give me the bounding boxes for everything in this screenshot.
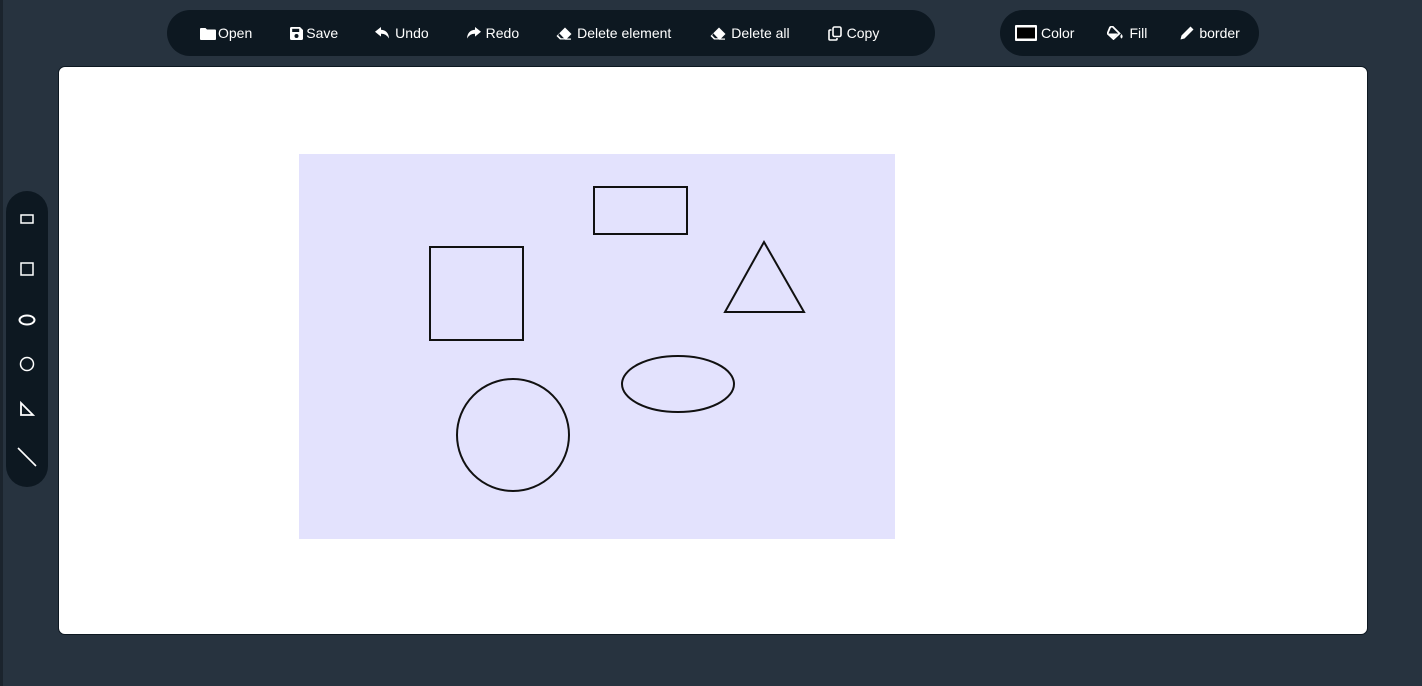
redo-button[interactable]: Redo: [466, 18, 519, 48]
paint-bucket-icon: [1107, 26, 1124, 40]
delete-element-label: Delete element: [577, 25, 672, 41]
undo-button[interactable]: Undo: [375, 18, 429, 48]
copy-icon: [827, 25, 842, 41]
square-icon: [20, 262, 34, 276]
canvas-triangle-shape[interactable]: [723, 239, 806, 313]
fill-button[interactable]: Fill: [1107, 18, 1147, 48]
canvas-board[interactable]: [58, 66, 1368, 635]
triangle-tool-button[interactable]: [6, 391, 48, 427]
line-icon: [17, 447, 37, 467]
undo-label: Undo: [395, 25, 429, 41]
rectangle-icon: [20, 214, 34, 224]
redo-arrow-icon: [466, 27, 481, 39]
canvas-circle-shape[interactable]: [456, 378, 570, 492]
eraser-icon: [556, 27, 572, 40]
copy-button[interactable]: Copy: [827, 18, 880, 48]
floppy-disk-icon: [290, 26, 304, 40]
window-edge: [0, 0, 3, 686]
open-button[interactable]: Open: [200, 18, 252, 48]
pencil-icon: [1180, 26, 1194, 40]
folder-icon: [200, 27, 216, 40]
save-label: Save: [306, 25, 339, 41]
save-button[interactable]: Save: [290, 18, 338, 48]
canvas-square-shape[interactable]: [429, 246, 524, 341]
ellipse-tool-button[interactable]: [6, 302, 48, 338]
square-tool-button[interactable]: [6, 251, 48, 287]
canvas-rectangle-shape[interactable]: [593, 186, 688, 235]
border-label: border: [1199, 25, 1240, 41]
color-swatch-icon: [1015, 25, 1037, 41]
fill-label: Fill: [1129, 25, 1148, 41]
shape-toolbar: [6, 191, 48, 487]
rectangle-tool-button[interactable]: [6, 201, 48, 237]
delete-all-label: Delete all: [731, 25, 790, 41]
main-toolbar: Open Save Undo Redo Delete element Delet…: [167, 10, 935, 56]
ellipse-icon: [18, 314, 36, 326]
drawing-app: Open Save Undo Redo Delete element Delet…: [0, 0, 1422, 686]
drawing-area[interactable]: [299, 154, 895, 539]
open-label: Open: [218, 25, 253, 41]
border-button[interactable]: border: [1180, 18, 1240, 48]
redo-label: Redo: [485, 25, 520, 41]
copy-label: Copy: [846, 25, 880, 41]
delete-all-button[interactable]: Delete all: [710, 18, 790, 48]
canvas-ellipse-shape[interactable]: [621, 355, 735, 413]
delete-element-button[interactable]: Delete element: [556, 18, 671, 48]
color-button[interactable]: Color: [1015, 18, 1074, 48]
circle-icon: [19, 356, 35, 372]
undo-arrow-icon: [375, 27, 390, 39]
line-tool-button[interactable]: [6, 439, 48, 475]
eraser-icon: [710, 27, 726, 40]
style-toolbar: Color Fill border: [1000, 10, 1259, 56]
right-triangle-icon: [20, 401, 35, 416]
circle-tool-button[interactable]: [6, 346, 48, 382]
color-label: Color: [1041, 25, 1075, 41]
